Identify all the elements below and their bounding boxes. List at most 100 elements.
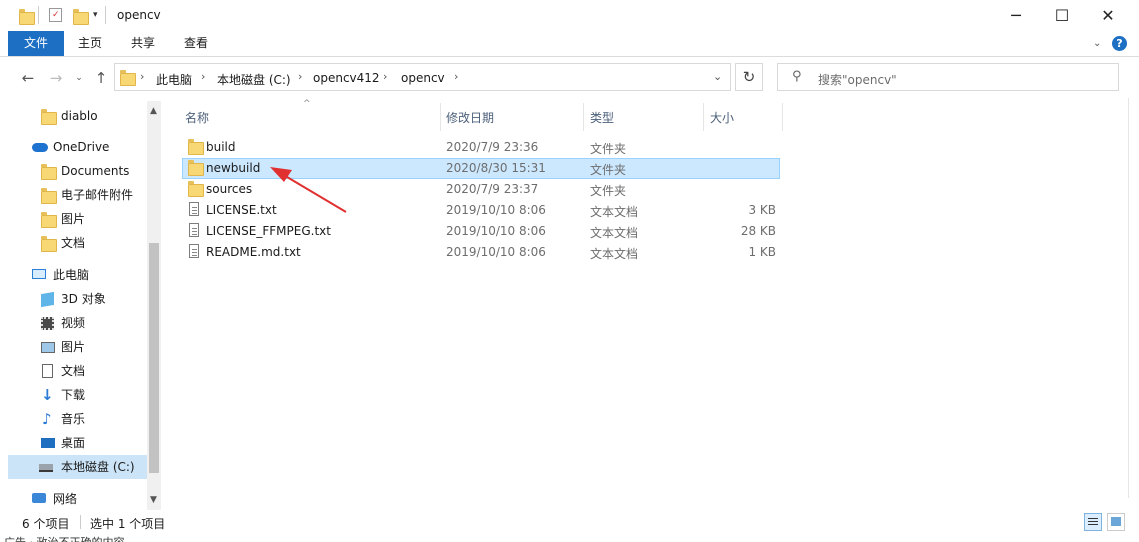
window-title: opencv (117, 8, 161, 22)
folder-icon (41, 109, 57, 125)
nav-item-label: 音乐 (61, 412, 86, 426)
chevron-right-icon[interactable]: › (201, 70, 205, 83)
folder-icon (188, 139, 204, 155)
navigation-scrollbar[interactable]: ▲ ▼ (147, 101, 161, 510)
chevron-right-icon[interactable]: › (298, 70, 302, 83)
item-count: 6 个项目 (22, 517, 70, 531)
file-date: 2020/8/30 15:31 (446, 161, 546, 175)
chevron-right-icon[interactable]: › (454, 70, 458, 83)
tab-view[interactable]: 查看 (174, 31, 218, 56)
file-type: 文本文档 (590, 205, 639, 219)
nav-item-docs-onedrive[interactable]: 文档 (8, 231, 147, 255)
back-button[interactable]: ← (18, 68, 38, 88)
nav-item-documents-pc[interactable]: 文档 (8, 359, 147, 383)
file-name: README.md.txt (206, 245, 301, 259)
chevron-right-icon[interactable]: › (383, 70, 387, 83)
help-icon[interactable]: ? (1112, 36, 1127, 51)
details-view-button[interactable] (1084, 513, 1102, 531)
music-icon: ♪ (42, 410, 52, 428)
network-icon (32, 493, 46, 503)
title-bar: ✓ ▾ opencv ─ ☐ ✕ (0, 0, 1139, 31)
recent-locations-icon[interactable]: ⌄ (69, 68, 89, 88)
nav-item-desktop[interactable]: 桌面 (8, 431, 147, 455)
column-header-name[interactable]: 名称 (185, 110, 209, 130)
column-divider[interactable] (703, 103, 704, 131)
chevron-right-icon[interactable]: › (140, 70, 144, 83)
nav-item-label: 本地磁盘 (C:) (61, 460, 135, 474)
divider (105, 6, 106, 24)
tab-share[interactable]: 共享 (121, 31, 165, 56)
search-input[interactable]: 搜索"opencv" (818, 71, 897, 88)
nav-item-label: 图片 (61, 340, 86, 354)
nav-item-downloads[interactable]: ↓ 下载 (8, 383, 147, 407)
nav-item-label: diablo (61, 109, 98, 123)
file-name: sources (206, 182, 253, 196)
background-window-edge (1128, 98, 1139, 498)
nav-item-label: 视频 (61, 316, 86, 330)
file-type: 文件夹 (590, 142, 627, 156)
nav-item-label: 桌面 (61, 436, 86, 450)
column-divider[interactable] (440, 103, 441, 131)
computer-icon (32, 269, 46, 279)
breadcrumb-local-disk[interactable]: 本地磁盘 (C:) (217, 71, 291, 88)
column-header-size[interactable]: 大小 (710, 110, 734, 130)
video-icon (41, 317, 54, 330)
quick-access-dropdown-icon[interactable]: ▾ (93, 10, 98, 20)
breadcrumb-opencv412[interactable]: opencv412 (313, 71, 380, 85)
nav-item-this-pc[interactable]: 此电脑 (8, 263, 147, 287)
properties-icon[interactable]: ✓ (49, 8, 62, 22)
address-bar[interactable]: › 此电脑 › 本地磁盘 (C:) › opencv412 › opencv ›… (114, 63, 731, 91)
nav-item-label: OneDrive (53, 140, 110, 154)
nav-item-local-disk[interactable]: 本地磁盘 (C:) (8, 455, 147, 479)
folder-icon (41, 164, 57, 180)
search-box[interactable]: ⚲ 搜索"opencv" (777, 63, 1119, 91)
forward-button[interactable]: → (46, 68, 66, 88)
file-row-license-ffmpeg[interactable]: LICENSE_FFMPEG.txt 2019/10/10 8:06 文本文档 … (182, 221, 780, 242)
nav-item-label: 网络 (53, 492, 78, 506)
scroll-up-icon[interactable]: ▲ (150, 106, 157, 116)
scroll-down-icon[interactable]: ▼ (150, 495, 157, 505)
nav-item-label: 文档 (61, 236, 86, 250)
nav-item-music[interactable]: ♪ 音乐 (8, 407, 147, 431)
minimize-button[interactable]: ─ (993, 0, 1039, 31)
nav-item-diablo[interactable]: diablo (8, 104, 147, 128)
breadcrumb-opencv[interactable]: opencv (401, 71, 445, 85)
address-dropdown-icon[interactable]: ⌄ (713, 70, 722, 83)
column-divider[interactable] (782, 103, 783, 131)
tab-home[interactable]: 主页 (68, 31, 112, 56)
nav-item-videos[interactable]: 视频 (8, 311, 147, 335)
maximize-button[interactable]: ☐ (1039, 0, 1085, 31)
large-icons-view-button[interactable] (1107, 513, 1125, 531)
nav-item-email-attachments[interactable]: 电子邮件附件 (8, 183, 147, 207)
refresh-button[interactable]: ↻ (735, 63, 763, 91)
close-button[interactable]: ✕ (1085, 0, 1131, 31)
text-file-icon (189, 244, 199, 258)
text-file-icon (189, 202, 199, 216)
column-divider[interactable] (583, 103, 584, 131)
file-name: LICENSE_FFMPEG.txt (206, 224, 331, 238)
tab-file[interactable]: 文件 (8, 31, 64, 56)
file-row-build[interactable]: build 2020/7/9 23:36 文件夹 (182, 137, 780, 158)
expand-ribbon-icon[interactable]: ⌄ (1093, 38, 1101, 49)
download-icon: ↓ (41, 386, 54, 404)
nav-item-documents[interactable]: Documents (8, 159, 147, 183)
file-type: 文本文档 (590, 226, 639, 240)
folder-icon (188, 160, 204, 176)
scrollbar-thumb[interactable] (149, 243, 159, 473)
nav-item-pictures[interactable]: 图片 (8, 335, 147, 359)
column-header-type[interactable]: 类型 (590, 110, 614, 130)
nav-item-pictures-onedrive[interactable]: 图片 (8, 207, 147, 231)
nav-item-network[interactable]: 网络 (8, 487, 147, 511)
nav-item-3d-objects[interactable]: 3D 对象 (8, 287, 147, 311)
file-type: 文本文档 (590, 247, 639, 261)
nav-item-label: 电子邮件附件 (61, 188, 134, 202)
navigation-pane: diablo OneDrive Documents 电子邮件附件 图片 文档 此… (8, 101, 161, 510)
file-row-readme[interactable]: README.md.txt 2019/10/10 8:06 文本文档 1 KB (182, 242, 780, 263)
file-date: 2019/10/10 8:06 (446, 245, 546, 259)
column-header-date[interactable]: 修改日期 (446, 110, 494, 130)
up-button[interactable]: ↑ (91, 68, 111, 88)
nav-item-label: Documents (61, 164, 130, 178)
nav-item-onedrive[interactable]: OneDrive (8, 135, 147, 159)
new-folder-icon[interactable] (73, 9, 89, 25)
breadcrumb-this-pc[interactable]: 此电脑 (156, 71, 192, 88)
